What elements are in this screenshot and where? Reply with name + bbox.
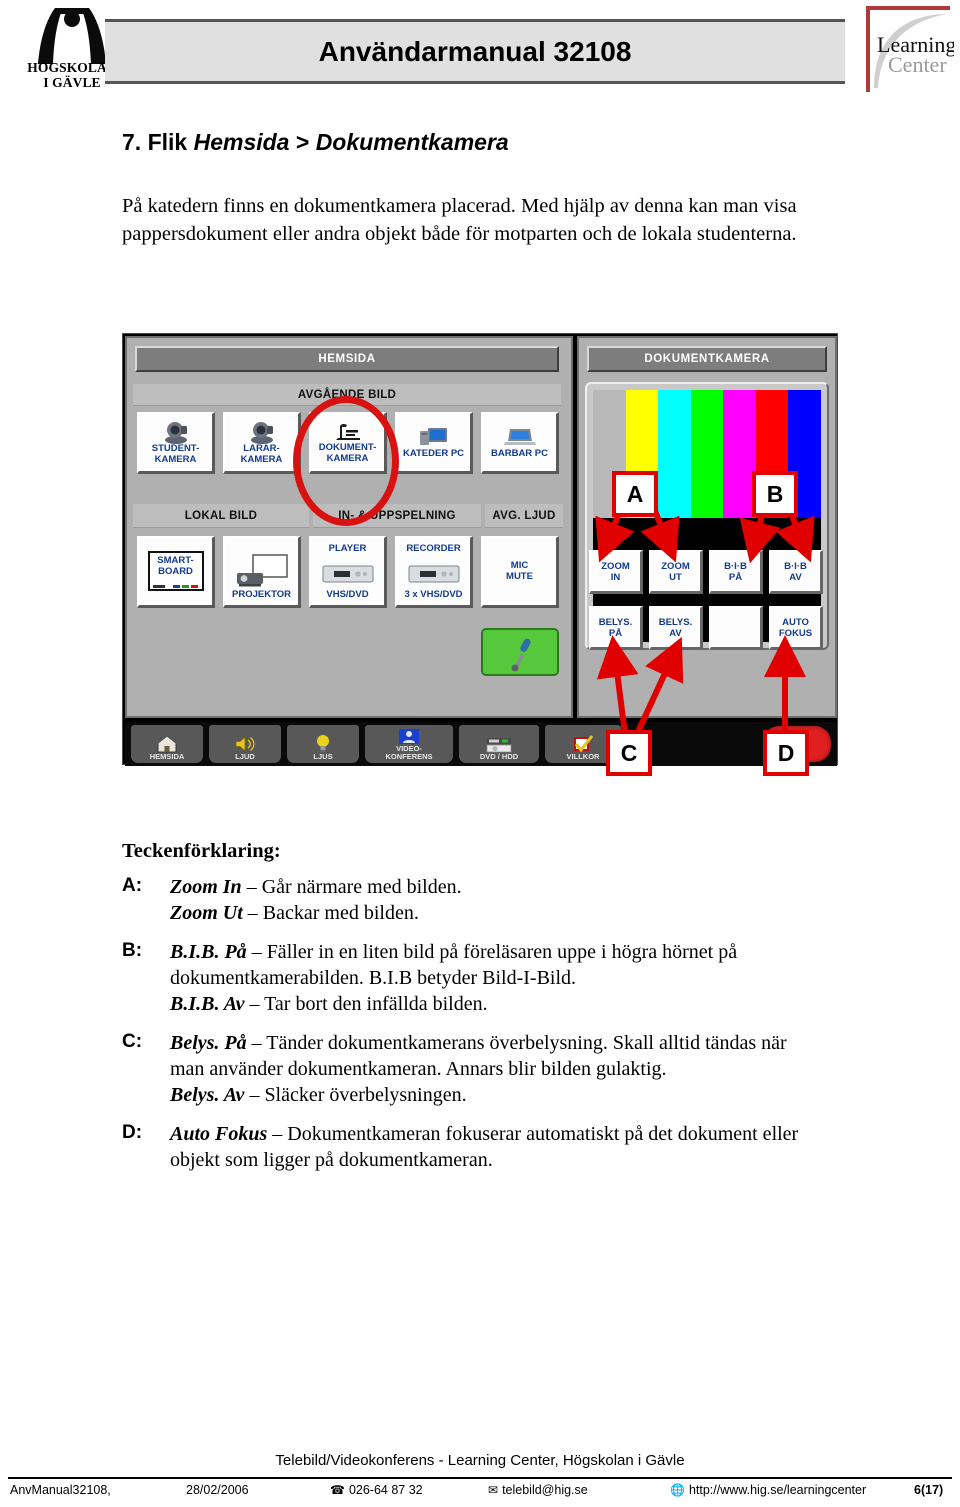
legend-section: Teckenförklaring: A: Zoom In – Går närma… <box>122 840 822 1186</box>
footer-doc-id: AnvManual32108, <box>10 1483 111 1497</box>
legend-key-c: C: <box>122 1031 143 1052</box>
legend-key-a: A: <box>122 875 143 896</box>
svg-text:Center: Center <box>888 52 947 77</box>
learning-center-logo-graphic: Learning Center <box>866 6 956 92</box>
phone-icon: ☎ <box>330 1483 345 1497</box>
globe-icon: 🌐 <box>670 1483 685 1497</box>
section-separator: > <box>295 129 310 155</box>
legend-c-desc2: – Släcker överbelysningen. <box>244 1084 467 1106</box>
legend-a-desc1: – Går närmare med bilden. <box>241 876 462 898</box>
callout-a: A <box>612 471 658 517</box>
page-title: Användarmanual 32108 <box>318 35 632 67</box>
legend-a-term1: Zoom In <box>170 876 242 898</box>
legend-b-term2: B.I.B. Av <box>170 993 245 1015</box>
hig-arch-icon <box>38 8 106 64</box>
legend-body-b: B.I.B. På – Fäller in en liten bild på f… <box>170 939 822 1017</box>
arrow-c-right <box>634 636 684 736</box>
callout-d-label: D <box>777 739 795 766</box>
footer-phone: 026-64 87 32 <box>348 1483 423 1497</box>
callout-arrows <box>595 509 815 736</box>
legend-c-desc1: – Tänder dokumentkamerans överbelysning.… <box>170 1032 787 1080</box>
callout-d: D <box>763 730 809 776</box>
callout-c: C <box>606 730 652 776</box>
legend-d-term1: Auto Fokus <box>170 1123 268 1145</box>
legend-b-desc1: – Fäller in en liten bild på föreläsaren… <box>170 941 738 989</box>
footer-url: http://www.hig.se/learningcenter <box>688 1483 867 1497</box>
legend-row-b: B: B.I.B. På – Fäller in en liten bild p… <box>122 939 822 1017</box>
footer-url-cell[interactable]: 🌐 http://www.hig.se/learningcenter <box>670 1483 866 1497</box>
footer-email: telebild@hig.se <box>502 1483 588 1497</box>
legend-a-term2: Zoom Ut <box>170 902 243 924</box>
intro-paragraph: På katedern finns en dokumentkamera plac… <box>122 195 797 245</box>
section-word: Flik <box>147 129 188 155</box>
footer-organisation: Telebild/Videokonferens - Learning Cente… <box>275 1452 685 1469</box>
footer-info-row: AnvManual32108, 28/02/2006 ☎ 026-64 87 3… <box>10 1483 950 1505</box>
section-tab-name: Hemsida <box>193 129 290 155</box>
legend-key-d: D: <box>122 1122 143 1143</box>
callout-b-label: B <box>766 480 784 507</box>
callout-c-label: C <box>620 739 638 766</box>
callout-a-label: A <box>626 480 644 507</box>
legend-body-c: Belys. På – Tänder dokumentkamerans över… <box>170 1030 822 1108</box>
control-panel-screenshot: HEMSIDA AVGÅENDE BILD STUDENT- KAMERA LA… <box>122 333 838 776</box>
legend-title: Teckenförklaring: <box>122 840 281 862</box>
legend-row-c: C: Belys. På – Tänder dokumentkamerans ö… <box>122 1030 822 1108</box>
legend-c-term2: Belys. Av <box>170 1084 245 1106</box>
legend-row-a: A: Zoom In – Går närmare med bilden. Zoo… <box>122 874 822 926</box>
footer-email-cell[interactable]: ✉ telebild@hig.se <box>488 1483 588 1497</box>
learning-center-logo: Learning Center <box>858 4 956 96</box>
footer-page-number: 6(17) <box>914 1483 944 1497</box>
section-page-name: Dokumentkamera <box>315 129 509 155</box>
envelope-icon: ✉ <box>488 1483 499 1497</box>
callout-b: B <box>752 471 798 517</box>
document-title-bar: Användarmanual 32108 <box>105 19 845 84</box>
legend-b-term1: B.I.B. På <box>170 941 247 963</box>
legend-c-term1: Belys. På <box>170 1032 247 1054</box>
footer-phone-cell: ☎ 026-64 87 32 <box>330 1483 423 1497</box>
legend-b-desc2: – Tar bort den infällda bilden. <box>244 993 488 1015</box>
footer-date: 28/02/2006 <box>186 1483 249 1497</box>
section-heading: 7. Flik Hemsida > Dokumentkamera <box>122 129 509 156</box>
legend-row-d: D: Auto Fokus – Dokumentkameran fokusera… <box>122 1121 822 1173</box>
legend-a-desc2: – Backar med bilden. <box>242 902 419 924</box>
page-header: HÖGSKOLAN I GÄVLE Användarmanual 32108 L… <box>0 0 960 105</box>
section-number: 7. <box>122 129 142 155</box>
legend-key-b: B: <box>122 940 143 961</box>
control-panel-body: HEMSIDA AVGÅENDE BILD STUDENT- KAMERA LA… <box>125 336 837 776</box>
arrow-c-left <box>596 635 639 735</box>
footer-divider <box>8 1477 952 1479</box>
legend-body-a: Zoom In – Går närmare med bilden. Zoom U… <box>170 874 822 926</box>
legend-body-d: Auto Fokus – Dokumentkameran fokuserar a… <box>170 1121 822 1173</box>
